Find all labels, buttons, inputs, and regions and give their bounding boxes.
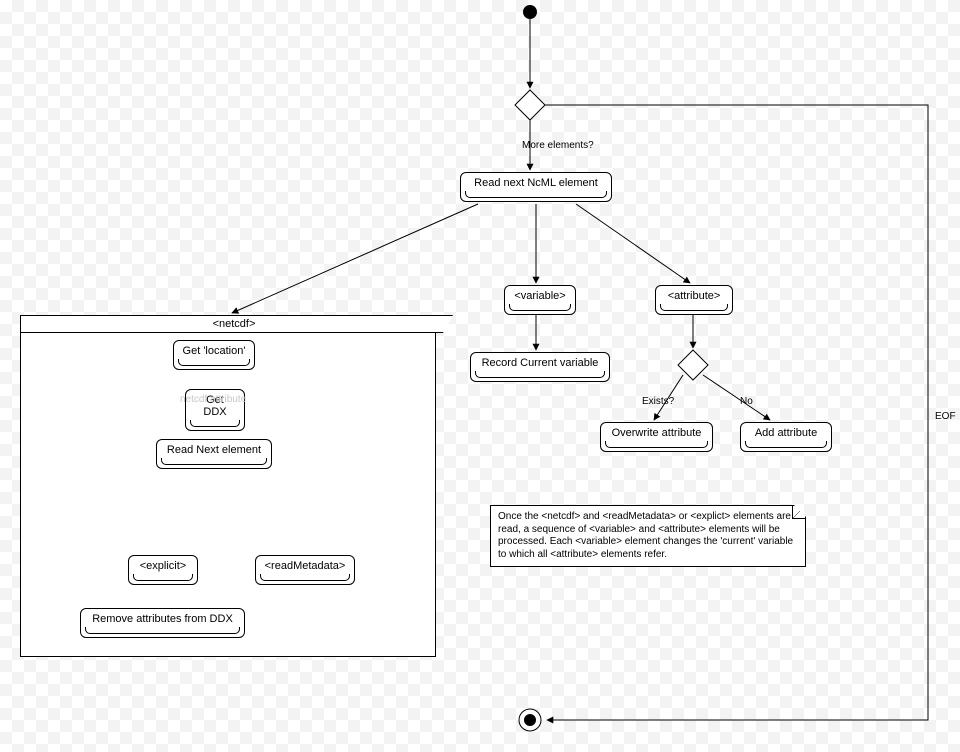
activity-label: Get 'location' — [183, 345, 246, 357]
decision-more-elements — [515, 90, 545, 120]
activity-add-attribute: Add attribute — [740, 422, 832, 452]
activity-overwrite-attribute: Overwrite attribute — [600, 422, 713, 452]
faded-hint: netcdf attribute — [180, 394, 246, 405]
activity-explicit: <explicit> — [128, 555, 198, 585]
activity-record-current-variable: Record Current variable — [470, 352, 610, 382]
activity-label: Remove attributes from DDX — [92, 613, 233, 625]
uml-note: Once the <netcdf> and <readMetadata> or … — [490, 505, 806, 567]
edge-label-no: No — [738, 396, 755, 407]
activity-remove-attributes: Remove attributes from DDX — [80, 608, 245, 638]
activity-attribute: <attribute> — [655, 285, 733, 315]
initial-node — [523, 5, 537, 19]
activity-label: <explicit> — [140, 560, 186, 572]
activity-read-next-element: Read Next element — [156, 439, 272, 469]
edge-label-eof: EOF — [933, 411, 958, 422]
activity-label: Overwrite attribute — [612, 427, 702, 439]
activity-label: <variable> — [514, 290, 565, 302]
activity-read-metadata: <readMetadata> — [255, 555, 355, 585]
activity-label: <readMetadata> — [265, 560, 346, 572]
activity-label: <attribute> — [668, 290, 721, 302]
edge-label-exists: Exists? — [640, 396, 676, 407]
activity-get-location: Get 'location' — [173, 340, 255, 370]
frame-title-text: <netcdf> — [213, 318, 256, 330]
activity-label: Record Current variable — [482, 357, 599, 369]
final-node — [524, 714, 536, 726]
activity-label: Read next NcML element — [474, 177, 598, 189]
activity-read-next-ncml: Read next NcML element — [460, 172, 612, 202]
activity-label: Read Next element — [167, 444, 261, 456]
activity-variable: <variable> — [504, 285, 576, 315]
frame-title: <netcdf> — [20, 315, 453, 333]
activity-label: Add attribute — [755, 427, 817, 439]
note-text: Once the <netcdf> and <readMetadata> or … — [498, 511, 793, 560]
edge-label-more-elements: More elements? — [520, 140, 596, 151]
